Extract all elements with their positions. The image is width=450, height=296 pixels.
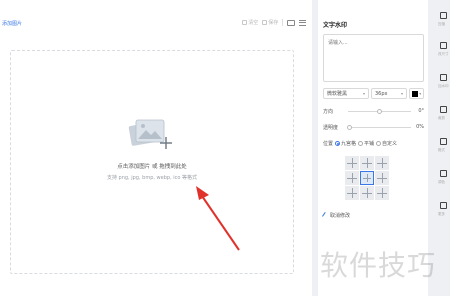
add-image-link[interactable]: 添加图片 [2,20,22,27]
side-tool-label: 加水印 [438,84,449,88]
color-swatch [411,90,418,97]
font-select[interactable]: 微软雅黑 ▾ [323,88,369,99]
watermark-icon [440,74,447,81]
side-tool-label: 更多 [438,212,445,216]
format-icon [440,138,447,145]
watermark-text-input[interactable] [323,34,424,82]
direction-slider[interactable] [348,108,411,114]
panel-title: 文字水印 [323,22,348,29]
side-tool-label: 改尺寸 [438,52,449,56]
position-cell-top-center[interactable] [360,156,374,170]
opacity-slider-row: 透明度 0% [323,123,424,131]
direction-slider-row: 方向 0° [323,107,424,115]
workspace-toolbar: 清空 保存 [242,19,306,26]
site-watermark: 软件技巧 [320,249,437,282]
side-tool-watermark[interactable]: 加水印 [436,72,450,92]
position-label: 位置 [323,141,334,147]
chevron-down-icon: ▾ [400,91,403,96]
radio-label: 平铺 [364,141,375,147]
font-size-select[interactable]: 36px ▾ [371,88,407,99]
side-tool-compress[interactable]: 压缩 [436,10,450,30]
font-select-value: 微软雅黑 [327,91,348,97]
position-radio-grid[interactable]: 九宫格 [335,140,356,147]
opacity-slider-handle[interactable] [347,124,352,130]
supported-formats: 支持 png, jpg, bmp, webp, ico 等格式 [106,175,198,181]
position-cell-bottom-right[interactable] [375,186,389,200]
opacity-value: 0% [416,124,424,130]
font-size-value: 36px [375,90,388,97]
save-label: 保存 [268,20,279,26]
position-grid [345,156,389,200]
side-tool-label: 格式 [438,148,445,152]
grid-view-icon[interactable] [287,19,295,26]
position-cell-middle-left[interactable] [345,171,359,185]
brush-icon [322,212,329,219]
radio-icon [358,141,364,146]
clear-icon [242,20,248,25]
position-mode-row: 位置 九宫格 平铺 自定义 [323,140,424,147]
upload-title: 点击添加图片 或 拖拽到此处 [117,164,187,170]
cancel-edit-label: 取消修改 [330,213,351,219]
cancel-edit-button[interactable]: 取消修改 [322,212,351,219]
position-radio-tile[interactable]: 平铺 [358,140,374,147]
side-tool-label: 压缩 [438,22,445,26]
save-icon [262,20,268,25]
upload-drop-zone[interactable]: 点击添加图片 或 拖拽到此处 支持 png, jpg, bmp, webp, i… [10,50,294,274]
position-cell-center[interactable] [360,171,374,185]
resize-icon [440,42,447,49]
chevron-down-icon: ▾ [419,91,422,96]
more-icon [440,202,447,209]
radio-label: 九宫格 [341,141,357,147]
side-tool-resize[interactable]: 改尺寸 [436,40,450,60]
list-view-icon[interactable] [299,19,306,26]
position-cell-middle-right[interactable] [375,171,389,185]
toolbar-divider [282,19,283,26]
side-tool-label: 调色 [438,180,445,184]
side-tool-crop[interactable]: 裁剪 [436,104,450,124]
clear-label: 清空 [248,20,259,26]
radio-icon [376,141,382,146]
opacity-slider[interactable] [347,124,411,130]
add-image-icon [128,119,172,149]
crop-icon [440,106,447,113]
opacity-label: 透明度 [323,124,339,131]
side-tool-format[interactable]: 格式 [436,136,450,156]
radio-selected-icon [335,141,341,146]
direction-label: 方向 [323,108,334,115]
save-button[interactable]: 保存 [262,19,278,26]
radio-label: 自定义 [382,141,398,147]
position-cell-top-right[interactable] [375,156,389,170]
position-radio-custom[interactable]: 自定义 [376,140,397,147]
position-cell-bottom-left[interactable] [345,186,359,200]
side-tool-adjust[interactable]: 调色 [436,168,450,188]
chevron-down-icon: ▾ [362,91,365,96]
image-workspace: 添加图片 清空 保存 点击添加图片 或 拖拽到此处 支持 png, jpg, b… [0,0,312,296]
clear-button[interactable]: 清空 [242,19,258,26]
side-tool-label: 裁剪 [438,116,445,120]
position-cell-top-left[interactable] [345,156,359,170]
compress-icon [440,12,447,19]
position-cell-bottom-center[interactable] [360,186,374,200]
direction-slider-handle[interactable] [377,108,382,114]
direction-value: 0° [418,108,424,114]
side-tool-more[interactable]: 更多 [436,200,450,220]
adjust-icon [440,170,447,177]
color-picker[interactable]: ▾ [409,88,424,99]
